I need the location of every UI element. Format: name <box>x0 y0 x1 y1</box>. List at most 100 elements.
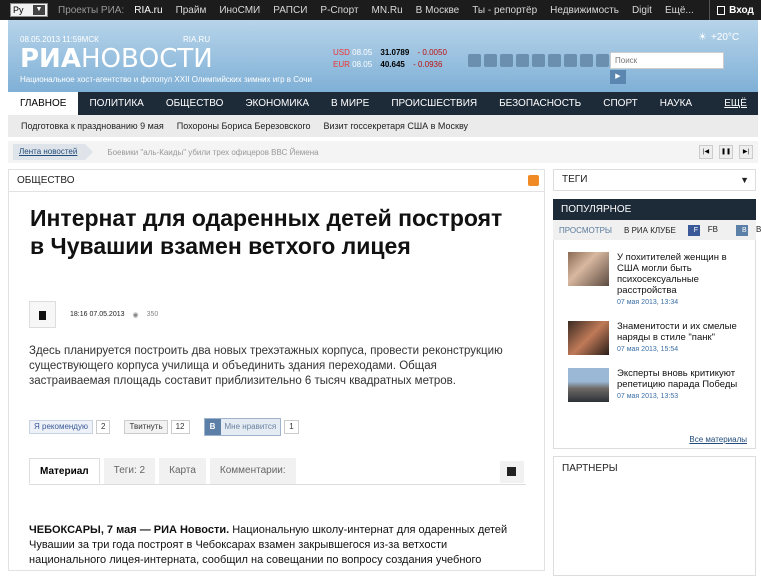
facebook-icon[interactable] <box>484 54 497 67</box>
language-select[interactable]: Ру ▼ <box>10 3 48 17</box>
rate-usd-cur: USD <box>333 48 350 57</box>
rss-icon[interactable] <box>528 175 539 186</box>
nav-item-society[interactable]: Общество <box>155 92 235 115</box>
project-link-mn[interactable]: MN.Ru <box>372 5 403 16</box>
nav-item-economy[interactable]: Экономика <box>234 92 320 115</box>
twitter-icon[interactable] <box>516 54 529 67</box>
mobile-icon[interactable] <box>596 54 609 67</box>
tab-views[interactable]: Просмотры <box>553 226 618 235</box>
top-bar: Ру ▼ Проекты РИА: RIA.ru Прайм ИноСМИ РА… <box>0 0 761 20</box>
topic-link[interactable]: Подготовка к празднованию 9 мая <box>21 121 164 131</box>
search-input[interactable] <box>610 52 724 69</box>
tab-comments[interactable]: Комментарии: <box>209 458 296 484</box>
section-title[interactable]: Общество <box>17 175 75 186</box>
facebook-recommend-button[interactable]: Я рекомендую <box>29 420 93 434</box>
rate-eur: EUR 08.05 40.645 - 0.0936 <box>333 60 447 69</box>
partners-title: Партнеры <box>562 463 618 474</box>
ticker-controls: |◀ ❚❚ ▶| <box>699 145 753 159</box>
tweet-button[interactable]: Твитнуть <box>124 420 168 434</box>
news-date: 07 мая 2013, 13:34 <box>617 299 679 306</box>
ticker-headline[interactable]: Боевики "аль-Каиды" убили трех офицеров … <box>107 148 318 157</box>
news-title[interactable]: Знаменитости и их смелые наряды в стиле … <box>617 321 747 343</box>
project-link-rsport[interactable]: Р-Спорт <box>320 5 358 16</box>
tab-material[interactable]: Материал <box>29 458 100 484</box>
vk-like-button[interactable]: В Мне нравится <box>203 418 282 436</box>
login-button[interactable]: Вход <box>709 0 761 20</box>
nav-item-politics[interactable]: Политика <box>78 92 154 115</box>
nav-item-incidents[interactable]: Происшествия <box>380 92 488 115</box>
list-item[interactable]: У похитителей женщин в США могли быть пс… <box>568 252 755 308</box>
project-link-rapsi[interactable]: РАПСИ <box>273 5 307 16</box>
youtube-icon[interactable] <box>468 54 481 67</box>
vk-icon: В <box>204 419 221 435</box>
news-thumbnail[interactable] <box>568 252 609 286</box>
rate-eur-value: 40.645 <box>380 60 405 69</box>
vk-like-label: Мне нравится <box>224 422 277 431</box>
topic-link[interactable]: Визит госсекретаря США в Москву <box>324 121 469 131</box>
article-tabs: Материал Теги: 2 Карта Комментарии: <box>29 458 300 484</box>
weather-widget[interactable]: ☀ +20°C <box>698 32 739 43</box>
tags-dropdown[interactable]: Теги ▼ <box>553 169 756 191</box>
tab-vk[interactable]: В ВК <box>730 224 761 236</box>
header-date: 08.05.2013 11:59МСК <box>20 35 99 44</box>
project-link-prime[interactable]: Прайм <box>176 5 207 16</box>
logo-part-novosti: НОВОСТИ <box>80 44 213 74</box>
nav-item-security[interactable]: Безопасность <box>488 92 592 115</box>
project-link-digit[interactable]: Digit <box>632 5 652 16</box>
google-plus-icon[interactable] <box>564 54 577 67</box>
nav-item-science[interactable]: Наука <box>649 92 703 115</box>
news-text: У похитителей женщин в США могли быть пс… <box>617 252 747 308</box>
nav-item-world[interactable]: В мире <box>320 92 380 115</box>
project-link-ria[interactable]: RIA.ru <box>134 5 162 16</box>
pause-icon[interactable]: ❚❚ <box>719 145 733 159</box>
login-icon <box>717 5 726 15</box>
project-link-more[interactable]: Ещё... <box>665 5 694 16</box>
news-date: 07 мая 2013, 13:53 <box>617 393 679 400</box>
nav-item-more[interactable]: Ещё <box>713 92 758 115</box>
tab-tags[interactable]: Теги: 2 <box>103 458 156 484</box>
search-button[interactable]: ▶ <box>610 70 626 84</box>
article-views: 350 <box>146 311 159 318</box>
list-item[interactable]: Эксперты вновь критикуют репетицию парад… <box>568 368 755 402</box>
popular-list: У похитителей женщин в США могли быть пс… <box>553 240 756 449</box>
news-thumbnail[interactable] <box>568 321 609 355</box>
next-icon[interactable]: ▶| <box>739 145 753 159</box>
project-link-reporter[interactable]: Ты - репортёр <box>472 5 537 16</box>
article-dateline: ЧЕБОКСАРЫ, 7 мая — РИА Новости. <box>29 524 230 536</box>
share-bar: Я рекомендую 2 Твитнуть 12 В Мне нравится… <box>29 418 313 436</box>
all-materials-link[interactable]: Все материалы <box>689 435 747 444</box>
header-tagline: Национальное хост-агентство и фотопул XX… <box>20 75 312 84</box>
popular-tabs: Просмотры В РИА Клубе f FB В ВК <box>553 220 761 240</box>
prev-icon[interactable]: |◀ <box>699 145 713 159</box>
main-nav: Главное Политика Общество Экономика В ми… <box>8 92 758 115</box>
bookmark-icon[interactable] <box>29 301 56 328</box>
vk-icon[interactable] <box>500 54 513 67</box>
project-link-realty[interactable]: Недвижимость <box>550 5 619 16</box>
facebook-count: 2 <box>95 420 111 434</box>
projects-label: Проекты РИА: <box>58 4 125 16</box>
project-link-inosmi[interactable]: ИноСМИ <box>219 5 260 16</box>
rate-usd-value: 31.0789 <box>380 48 410 57</box>
project-link-vmoskve[interactable]: В Москве <box>416 5 460 16</box>
print-icon[interactable] <box>500 461 524 483</box>
list-item[interactable]: Знаменитости и их смелые наряды в стиле … <box>568 321 755 355</box>
instagram-icon[interactable] <box>580 54 593 67</box>
eye-icon: ◉ <box>132 312 139 319</box>
news-feed-link[interactable]: Лента новостей <box>13 144 94 160</box>
news-title[interactable]: У похитителей женщин в США могли быть пс… <box>617 252 747 296</box>
tab-vk-label: ВК <box>756 225 761 235</box>
news-title[interactable]: Эксперты вновь критикуют репетицию парад… <box>617 368 747 390</box>
tab-fb[interactable]: f FB <box>682 224 730 236</box>
nav-item-sport[interactable]: Спорт <box>592 92 649 115</box>
topic-link[interactable]: Похороны Бориса Березовского <box>177 121 311 131</box>
news-ticker: Лента новостей Боевики "аль-Каиды" убили… <box>8 141 758 163</box>
tab-ria-club[interactable]: В РИА Клубе <box>618 226 682 235</box>
livejournal-icon[interactable] <box>532 54 545 67</box>
news-thumbnail[interactable] <box>568 368 609 402</box>
site-logo[interactable]: РИАНОВОСТИ <box>20 44 213 74</box>
chevron-down-icon: ▼ <box>740 175 749 185</box>
pinterest-icon[interactable] <box>548 54 561 67</box>
article-panel: Общество Интернат для одаренных детей по… <box>8 169 545 571</box>
nav-item-main[interactable]: Главное <box>8 92 79 115</box>
tab-map[interactable]: Карта <box>159 458 206 484</box>
